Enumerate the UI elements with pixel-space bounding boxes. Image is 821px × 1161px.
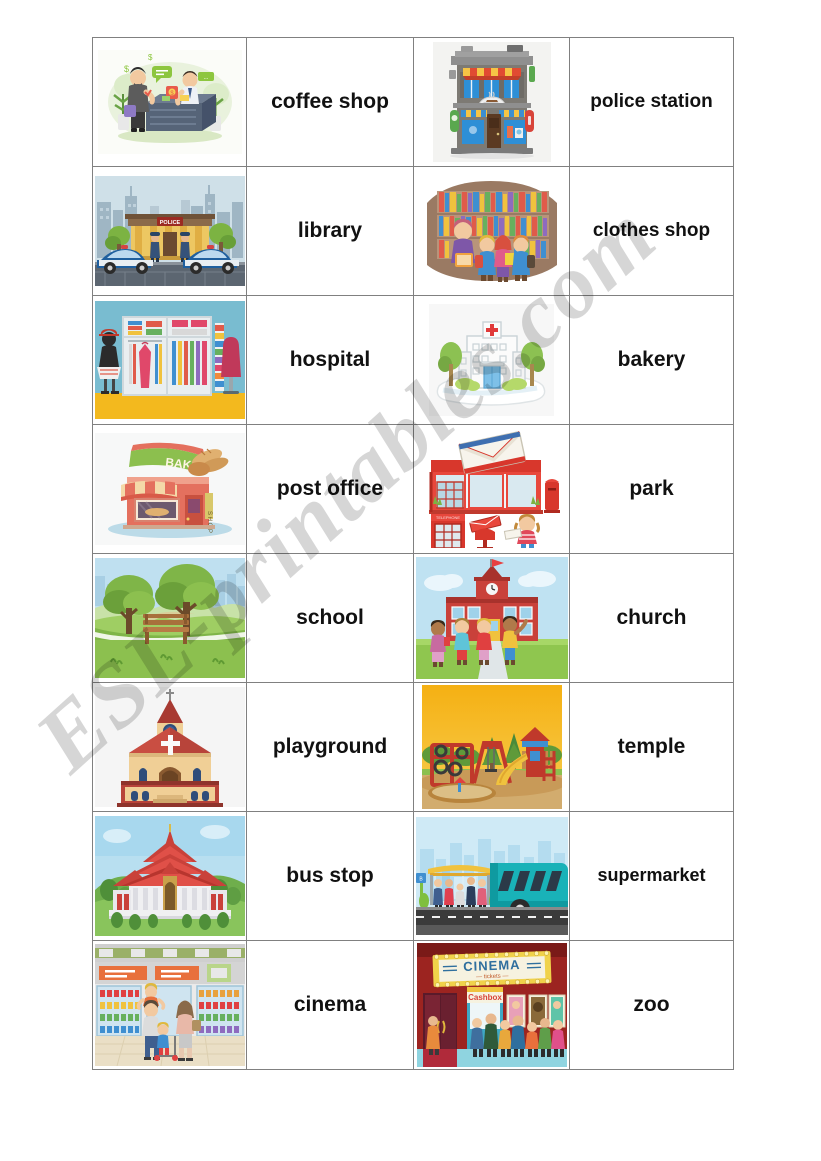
picture-bakery-shop-front: BAKERY [94, 426, 246, 553]
svg-text:TELEPHONE: TELEPHONE [435, 515, 460, 520]
table-row: BAKERY [92, 424, 734, 554]
picture-cell-library[interactable] [413, 166, 570, 296]
word-cell-bus-stop[interactable]: bus stop [246, 811, 414, 941]
table-body: $ ... $ $ coffee shop police station POL… [92, 37, 734, 1070]
word-label: police station [590, 90, 713, 112]
word-label: bakery [617, 348, 686, 372]
word-cell-bakery[interactable]: bakery [569, 295, 734, 425]
picture-cell-post-office[interactable]: TELEPHONE [413, 424, 570, 554]
word-cell-hospital[interactable]: hospital [246, 295, 414, 425]
svg-text:$: $ [124, 64, 129, 74]
picture-cell-church[interactable] [92, 682, 247, 812]
word-cell-playground[interactable]: playground [246, 682, 414, 812]
word-cell-police-station[interactable]: police station [569, 37, 734, 167]
picture-bus-stop-with-bus-and-people: B [415, 813, 569, 940]
picture-coffee-shop-bank-counter-scene: $ ... $ $ [94, 39, 246, 166]
picture-church-building [94, 684, 246, 811]
word-cell-church[interactable]: church [569, 553, 734, 683]
picture-library-children-bookshelves [415, 168, 569, 295]
picture-coffee-shop-building [415, 39, 569, 166]
svg-text:POLICE: POLICE [159, 220, 180, 226]
word-label: library [297, 219, 363, 243]
word-label: coffee shop [271, 90, 389, 114]
picture-cell-coffee-shop-building[interactable] [413, 37, 570, 167]
table-row: $ ... $ $ coffee shop police station [92, 37, 734, 167]
word-cell-park[interactable]: park [569, 424, 734, 554]
word-cell-temple[interactable]: temple [569, 682, 734, 812]
worksheet-page: $ ... $ $ coffee shop police station POL… [0, 0, 821, 1161]
word-label: clothes shop [592, 219, 711, 241]
vocabulary-matching-table: $ ... $ $ coffee shop police station POL… [92, 37, 734, 1070]
table-row: POLICE library clothes shop [92, 166, 734, 296]
word-cell-post-office[interactable]: post office [246, 424, 414, 554]
word-label: school [296, 606, 364, 630]
word-label: post office [276, 477, 384, 501]
word-cell-school[interactable]: school [246, 553, 414, 683]
svg-text:$: $ [148, 53, 153, 62]
picture-police-station-building-with-cars: POLICE [94, 168, 246, 295]
svg-text:...: ... [203, 75, 208, 81]
table-row: bus stop B supermarket [92, 811, 734, 941]
picture-cell-clothes-shop[interactable] [92, 295, 247, 425]
svg-text:— tickets —: — tickets — [476, 973, 509, 980]
picture-cell-school[interactable] [413, 553, 570, 683]
picture-cell-playground[interactable] [413, 682, 570, 812]
word-cell-supermarket[interactable]: supermarket [569, 811, 734, 941]
word-label: bus stop [286, 864, 374, 888]
picture-cinema-building-with-queue: CINEMA — tickets — Cashbox [415, 942, 569, 1069]
word-cell-clothes-shop[interactable]: clothes shop [569, 166, 734, 296]
table-row: school church [92, 553, 734, 683]
svg-text:Cashbox: Cashbox [468, 993, 502, 1002]
word-label: cinema [293, 993, 367, 1017]
picture-supermarket-interior-with-family [94, 942, 246, 1069]
word-cell-cinema[interactable]: cinema [246, 940, 414, 1070]
word-label: playground [272, 735, 388, 759]
picture-clothes-shop-window-mannequins [94, 297, 246, 424]
picture-post-office-with-envelope-and-phone-box: TELEPHONE [415, 426, 569, 553]
table-row: playground temple [92, 682, 734, 812]
word-label: supermarket [597, 865, 706, 886]
picture-park-with-trees-and-bench [94, 555, 246, 682]
svg-text:S H O P: S H O P [206, 511, 212, 533]
svg-text:CINEMA: CINEMA [462, 957, 520, 974]
picture-school-building-with-children [415, 555, 569, 682]
picture-cell-coffee-shop-scene[interactable]: $ ... $ $ [92, 37, 247, 167]
picture-cell-park[interactable] [92, 553, 247, 683]
picture-cell-bus-stop[interactable]: B [413, 811, 570, 941]
picture-cell-temple[interactable] [92, 811, 247, 941]
picture-cell-supermarket[interactable] [92, 940, 247, 1070]
word-label: church [616, 606, 687, 630]
word-label: zoo [633, 993, 670, 1017]
table-row: hospital bakery [92, 295, 734, 425]
word-label: temple [617, 735, 686, 759]
picture-cell-hospital[interactable] [413, 295, 570, 425]
picture-hospital-building-with-trees [415, 297, 569, 424]
picture-playground-with-slide-and-swings [415, 684, 569, 811]
picture-cell-cinema[interactable]: CINEMA — tickets — Cashbox [413, 940, 570, 1070]
word-cell-library[interactable]: library [246, 166, 414, 296]
word-cell-coffee-shop[interactable]: coffee shop [246, 37, 414, 167]
picture-temple-building [94, 813, 246, 940]
picture-cell-police-station[interactable]: POLICE [92, 166, 247, 296]
picture-cell-bakery[interactable]: BAKERY [92, 424, 247, 554]
word-label: hospital [289, 348, 371, 372]
word-cell-zoo[interactable]: zoo [569, 940, 734, 1070]
table-row: cinema CINEMA — tickets — Cashbox zoo [92, 940, 734, 1070]
word-label: park [629, 477, 674, 501]
